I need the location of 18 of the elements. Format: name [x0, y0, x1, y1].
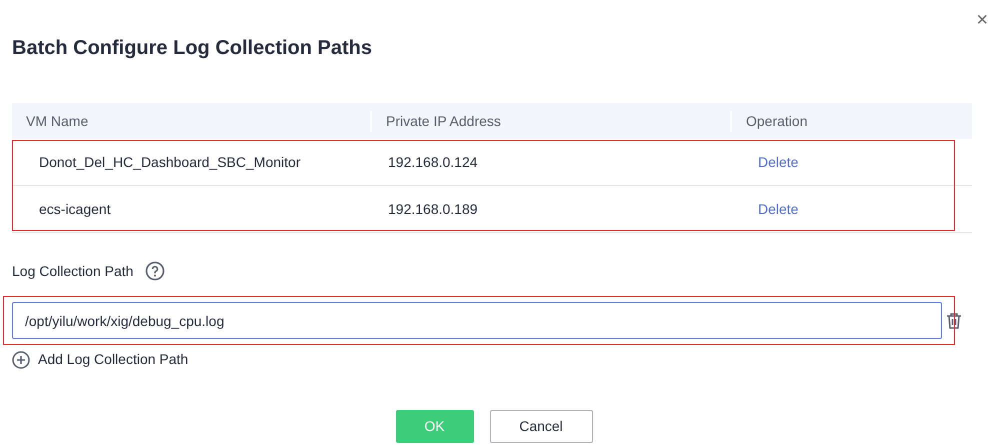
- add-path-button[interactable]: Add Log Collection Path: [12, 349, 188, 370]
- help-icon[interactable]: [145, 261, 166, 281]
- table-cell-text: Donot_Del_HC_Dashboard_SBC_Monitor: [38, 152, 302, 172]
- delete-link[interactable]: Delete: [758, 200, 798, 216]
- column-header: Operation: [730, 110, 972, 132]
- trash-icon[interactable]: [946, 312, 962, 330]
- delete-link[interactable]: Delete: [758, 154, 798, 170]
- close-button[interactable]: ×: [976, 10, 988, 30]
- column-header: Private IP Address: [370, 110, 730, 132]
- plus-icon: [12, 350, 30, 368]
- column-header: VM Name: [25, 112, 90, 130]
- field-label: Log Collection Path: [12, 262, 134, 281]
- table-cell-text: 192.168.0.124: [387, 152, 479, 172]
- path-input[interactable]: /opt/yilu/work/xig/debug_cpu.log: [12, 302, 942, 339]
- table-cell-text: ecs-icagent: [38, 200, 112, 219]
- cancel-button[interactable]: Cancel: [490, 410, 592, 443]
- dialog-title: Batch Configure Log Collection Paths: [12, 36, 372, 61]
- table-cell-text: 192.168.0.189: [387, 200, 479, 218]
